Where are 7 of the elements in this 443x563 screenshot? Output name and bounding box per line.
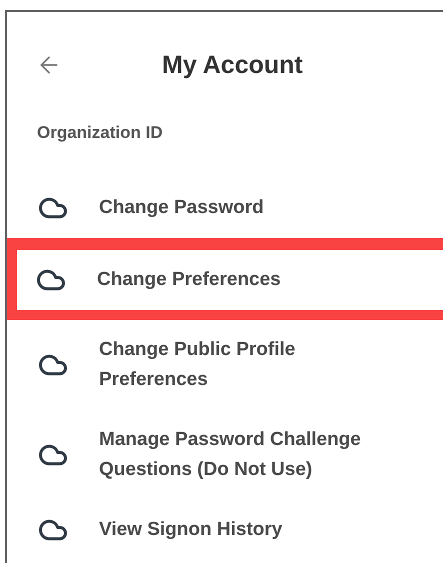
page-title: My Account [162, 50, 303, 80]
menu-item[interactable]: Change Public Profile Preferences [7, 320, 443, 410]
menu-item[interactable]: View Signon History [7, 500, 443, 560]
menu-item[interactable]: Change Password [7, 178, 443, 238]
section-label: Organization ID [37, 122, 164, 144]
highlighted-menu-item[interactable]: Change Preferences [7, 238, 443, 320]
menu-item[interactable]: Manage Password Challenge Questions (Do Not Use) [7, 410, 443, 500]
